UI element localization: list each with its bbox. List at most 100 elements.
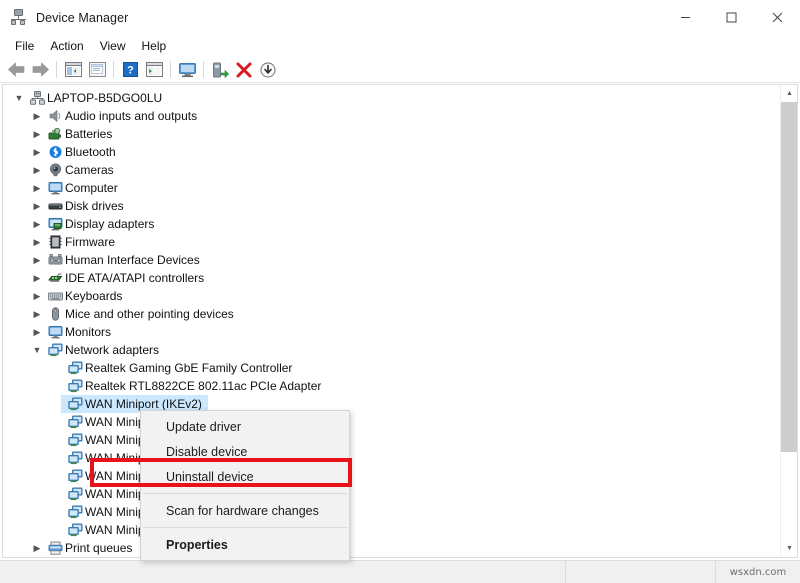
- tree-item-print-queues[interactable]: ▶ Print queues: [3, 539, 778, 557]
- disable-device-button[interactable]: [256, 59, 280, 81]
- firmware-icon: [45, 233, 65, 251]
- device-context-menu: Update driver Disable device Uninstall d…: [140, 410, 350, 561]
- tree-item-mice-and-other-pointing-devices[interactable]: ▶ Mice and other pointing devices: [3, 305, 778, 323]
- tree-item-network-device[interactable]: WAN Miniport (L2TP): [3, 449, 778, 467]
- chevron-right-icon[interactable]: ▶: [29, 269, 45, 287]
- menu-action[interactable]: Action: [42, 37, 91, 55]
- tree-item-network-device[interactable]: Realtek Gaming GbE Family Controller: [3, 359, 778, 377]
- tree-item-network-device[interactable]: WAN Miniport (IP): [3, 413, 778, 431]
- menu-file[interactable]: File: [7, 37, 42, 55]
- tree-item-network-device[interactable]: WAN Miniport (Network Monitor): [3, 467, 778, 485]
- device-manager-window: Device Manager File Action: [0, 0, 800, 583]
- update-driver-button[interactable]: [142, 59, 166, 81]
- enable-device-button[interactable]: [208, 59, 232, 81]
- tree-root-item[interactable]: ▼ LAPTOP-B5DGO0LU: [3, 89, 778, 107]
- menu-view[interactable]: View: [92, 37, 134, 55]
- scan-for-hardware-changes-button[interactable]: [175, 59, 199, 81]
- tree-item-monitors[interactable]: ▶ Monitors: [3, 323, 778, 341]
- enable-device-icon: [212, 62, 229, 78]
- chevron-right-icon[interactable]: ▶: [29, 125, 45, 143]
- show-hide-console-tree-button[interactable]: [61, 59, 85, 81]
- network-adapter-icon: [65, 485, 85, 503]
- tree-item-label: Network adapters: [65, 341, 159, 359]
- tree-item-network-device[interactable]: WAN Miniport (IPv6): [3, 431, 778, 449]
- chevron-right-icon[interactable]: ▶: [29, 305, 45, 323]
- close-button[interactable]: [754, 0, 800, 35]
- tree-item-label: IDE ATA/ATAPI controllers: [65, 269, 204, 287]
- chevron-down-icon[interactable]: ▼: [11, 89, 27, 107]
- context-menu-item-scan-for-hardware-changes[interactable]: Scan for hardware changes: [141, 498, 349, 523]
- tree-item-network-device[interactable]: WAN Miniport (PPPOE): [3, 485, 778, 503]
- tree-item-cameras[interactable]: ▶ Cameras: [3, 161, 778, 179]
- tree-item-label: Realtek RTL8822CE 802.11ac PCIe Adapter: [85, 377, 321, 395]
- mouse-icon: [45, 305, 65, 323]
- tree-item-keyboards[interactable]: ▶: [3, 287, 778, 305]
- tree-item-audio-inputs-and-outputs[interactable]: ▶ Audio inputs and outputs: [3, 107, 778, 125]
- scan-for-hardware-changes-icon: [178, 62, 197, 78]
- minimize-icon: [680, 12, 691, 23]
- tree-item-network-device[interactable]: WAN Miniport (PPTP): [3, 503, 778, 521]
- tree-item-label: Print queues: [65, 539, 132, 557]
- window-title: Device Manager: [36, 11, 128, 25]
- chevron-right-icon[interactable]: ▶: [29, 215, 45, 233]
- tree-root-label: LAPTOP-B5DGO0LU: [47, 89, 162, 107]
- tree-item-network-adapters[interactable]: ▼ Network adapters: [3, 341, 778, 359]
- properties-button[interactable]: [85, 59, 109, 81]
- context-menu-item-disable-device[interactable]: Disable device: [141, 439, 349, 464]
- computer-root-icon: [27, 89, 47, 107]
- network-adapter-icon: [65, 521, 85, 539]
- uninstall-device-button[interactable]: [232, 59, 256, 81]
- chevron-right-icon[interactable]: ▶: [29, 179, 45, 197]
- disk-drive-icon: [45, 197, 65, 215]
- minimize-button[interactable]: [662, 0, 708, 35]
- show-hide-console-tree-icon: [65, 62, 82, 77]
- back-button[interactable]: [4, 59, 28, 81]
- status-bar-panel: [565, 561, 715, 583]
- network-adapter-icon: [45, 341, 65, 359]
- chevron-right-icon[interactable]: ▶: [29, 539, 45, 557]
- chevron-right-icon[interactable]: ▶: [29, 107, 45, 125]
- tree-item-bluetooth[interactable]: ▶ Bluetooth: [3, 143, 778, 161]
- tree-item-firmware[interactable]: ▶ Firmware: [3, 233, 778, 251]
- maximize-button[interactable]: [708, 0, 754, 35]
- tree-item-human-interface-devices[interactable]: ▶ Human Interface Devices: [3, 251, 778, 269]
- tree-item-network-device-selected[interactable]: WAN Miniport (IKEv2): [3, 395, 778, 413]
- chevron-right-icon[interactable]: ▶: [29, 197, 45, 215]
- device-tree-pane: ▼ LAPTOP-B5DGO0LU: [2, 84, 798, 558]
- tree-item-computer[interactable]: ▶ Computer: [3, 179, 778, 197]
- keyboard-icon: [45, 287, 65, 305]
- scroll-up-button[interactable]: ▲: [781, 85, 798, 102]
- chevron-right-icon[interactable]: ▶: [29, 287, 45, 305]
- menu-help[interactable]: Help: [134, 37, 175, 55]
- tree-item-batteries[interactable]: ▶ Batteries: [3, 125, 778, 143]
- chevron-right-icon[interactable]: ▶: [29, 161, 45, 179]
- monitor-icon: [45, 179, 65, 197]
- scroll-down-button[interactable]: ▼: [781, 540, 798, 557]
- network-adapter-icon: [65, 449, 85, 467]
- tree-item-disk-drives[interactable]: ▶ Disk drives: [3, 197, 778, 215]
- tree-item-display-adapters[interactable]: ▶ Display adapters: [3, 215, 778, 233]
- forward-button[interactable]: [28, 59, 52, 81]
- ide-controller-icon: [45, 269, 65, 287]
- context-menu-item-properties[interactable]: Properties: [141, 532, 349, 557]
- tree-item-label: Mice and other pointing devices: [65, 305, 234, 323]
- tree-item-label: Display adapters: [65, 215, 154, 233]
- tree-item-label: Batteries: [65, 125, 112, 143]
- vertical-scrollbar[interactable]: ▲ ▼: [780, 85, 797, 557]
- tree-item-ide-ata-atapi-controllers[interactable]: ▶ IDE ATA/ATAPI controllers: [3, 269, 778, 287]
- context-menu-item-uninstall-device[interactable]: Uninstall device: [141, 464, 349, 489]
- help-button[interactable]: ?: [118, 59, 142, 81]
- context-menu-separator: [143, 527, 347, 528]
- chevron-right-icon[interactable]: ▶: [29, 323, 45, 341]
- tree-item-label: Monitors: [65, 323, 111, 341]
- chevron-right-icon[interactable]: ▶: [29, 251, 45, 269]
- chevron-down-icon[interactable]: ▼: [29, 341, 45, 359]
- chevron-right-icon[interactable]: ▶: [29, 143, 45, 161]
- tree-item-network-device[interactable]: WAN Miniport (SSTP): [3, 521, 778, 539]
- context-menu-item-update-driver[interactable]: Update driver: [141, 414, 349, 439]
- tree-item-network-device[interactable]: Realtek RTL8822CE 802.11ac PCIe Adapter: [3, 377, 778, 395]
- tree-item-label: Bluetooth: [65, 143, 116, 161]
- uninstall-device-icon: [236, 62, 252, 78]
- scrollbar-thumb[interactable]: [781, 102, 798, 452]
- chevron-right-icon[interactable]: ▶: [29, 233, 45, 251]
